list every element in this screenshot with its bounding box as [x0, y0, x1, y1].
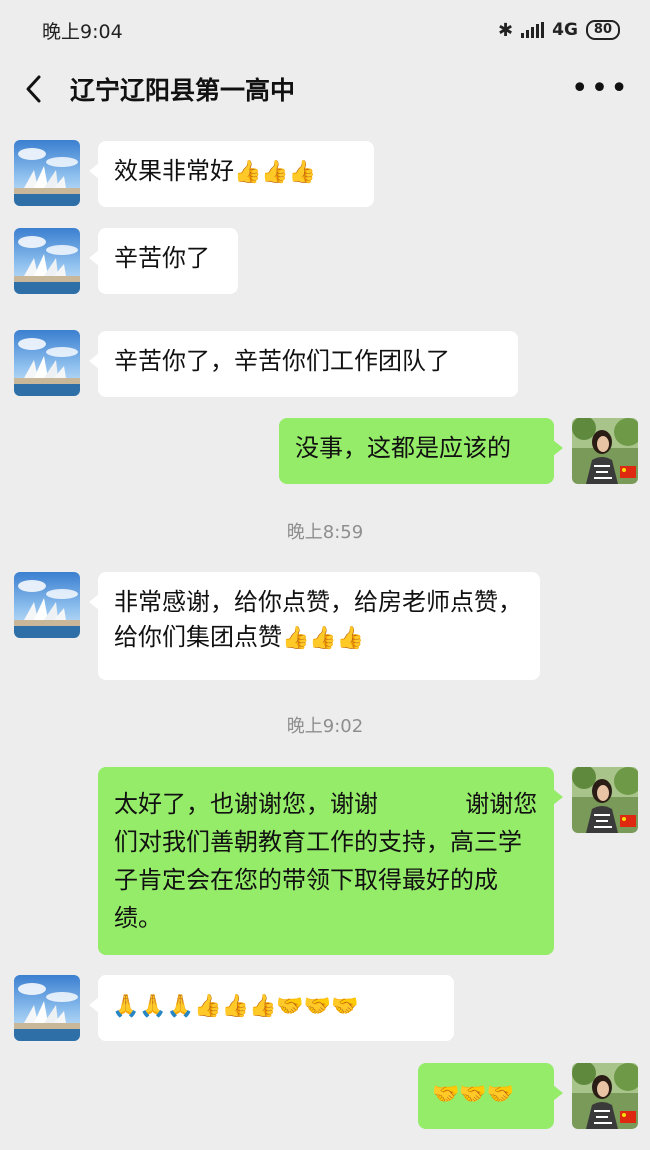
message-text: 辛苦你了，辛苦你们工作团队了 [114, 347, 450, 375]
message-timestamp: 晚上9:02 [286, 716, 364, 737]
message-text: 效果非常好 [114, 157, 234, 185]
status-icons: ✱ 4G 80 [498, 20, 620, 41]
status-time: 晚上9:04 [42, 20, 123, 43]
sender-avatar[interactable] [14, 140, 80, 206]
chat-title: 辽宁辽阳县第一高中 [70, 76, 296, 105]
bluetooth-icon: ✱ [498, 19, 514, 41]
message-bubble[interactable]: 没事，这都是应该的 [279, 418, 563, 484]
sender-avatar[interactable] [14, 975, 80, 1041]
sender-avatar[interactable] [14, 228, 80, 294]
emoji-message: 🙏🙏🙏👍👍👍🤝🤝🤝 [112, 994, 359, 1019]
more-options-icon[interactable]: ••• [571, 74, 630, 104]
back-arrow-icon[interactable] [24, 69, 52, 109]
message-bubble[interactable]: 🙏🙏🙏👍👍👍🤝🤝🤝 [89, 975, 454, 1041]
my-avatar[interactable] [572, 1063, 638, 1129]
sender-avatar[interactable] [14, 572, 80, 638]
thumbs-up-emoji: 👍👍👍 [234, 160, 317, 185]
message-bubble[interactable]: 太好了，也谢谢您，谢谢 谢谢您们对我们善朝教育工作的支持，高三学子肯定会在您的带… [98, 767, 563, 955]
message-bubble[interactable]: 辛苦你了，辛苦你们工作团队了 [89, 331, 518, 397]
handshake-emoji: 🤝🤝🤝 [432, 1082, 515, 1107]
message-timestamp: 晚上8:59 [286, 522, 364, 543]
my-avatar[interactable] [572, 418, 638, 484]
network-label: 4G [552, 20, 578, 40]
sender-avatar[interactable] [14, 330, 80, 396]
chat-header: 辽宁辽阳县第一高中 ••• [0, 60, 650, 118]
status-bar: 晚上9:04 ✱ 4G 80 [0, 0, 650, 60]
message-text: 辛苦你了 [114, 244, 210, 272]
message-bubble[interactable]: 非常感谢，给你点赞，给房老师点赞，给你们集团点赞👍👍👍 [89, 572, 540, 680]
message-bubble[interactable]: 效果非常好👍👍👍 [89, 141, 374, 207]
my-avatar[interactable] [572, 767, 638, 833]
message-text: 太好了，也谢谢您，谢谢 谢谢您们对我们善朝教育工作的支持，高三学子肯定会在您的带… [114, 790, 538, 932]
thumbs-up-emoji: 👍👍👍 [282, 626, 365, 651]
message-bubble[interactable]: 辛苦你了 [89, 228, 238, 294]
battery-icon: 80 [585, 20, 620, 40]
message-bubble[interactable]: 🤝🤝🤝 [418, 1063, 563, 1129]
message-text: 没事，这都是应该的 [295, 434, 511, 462]
signal-icon [521, 22, 545, 38]
